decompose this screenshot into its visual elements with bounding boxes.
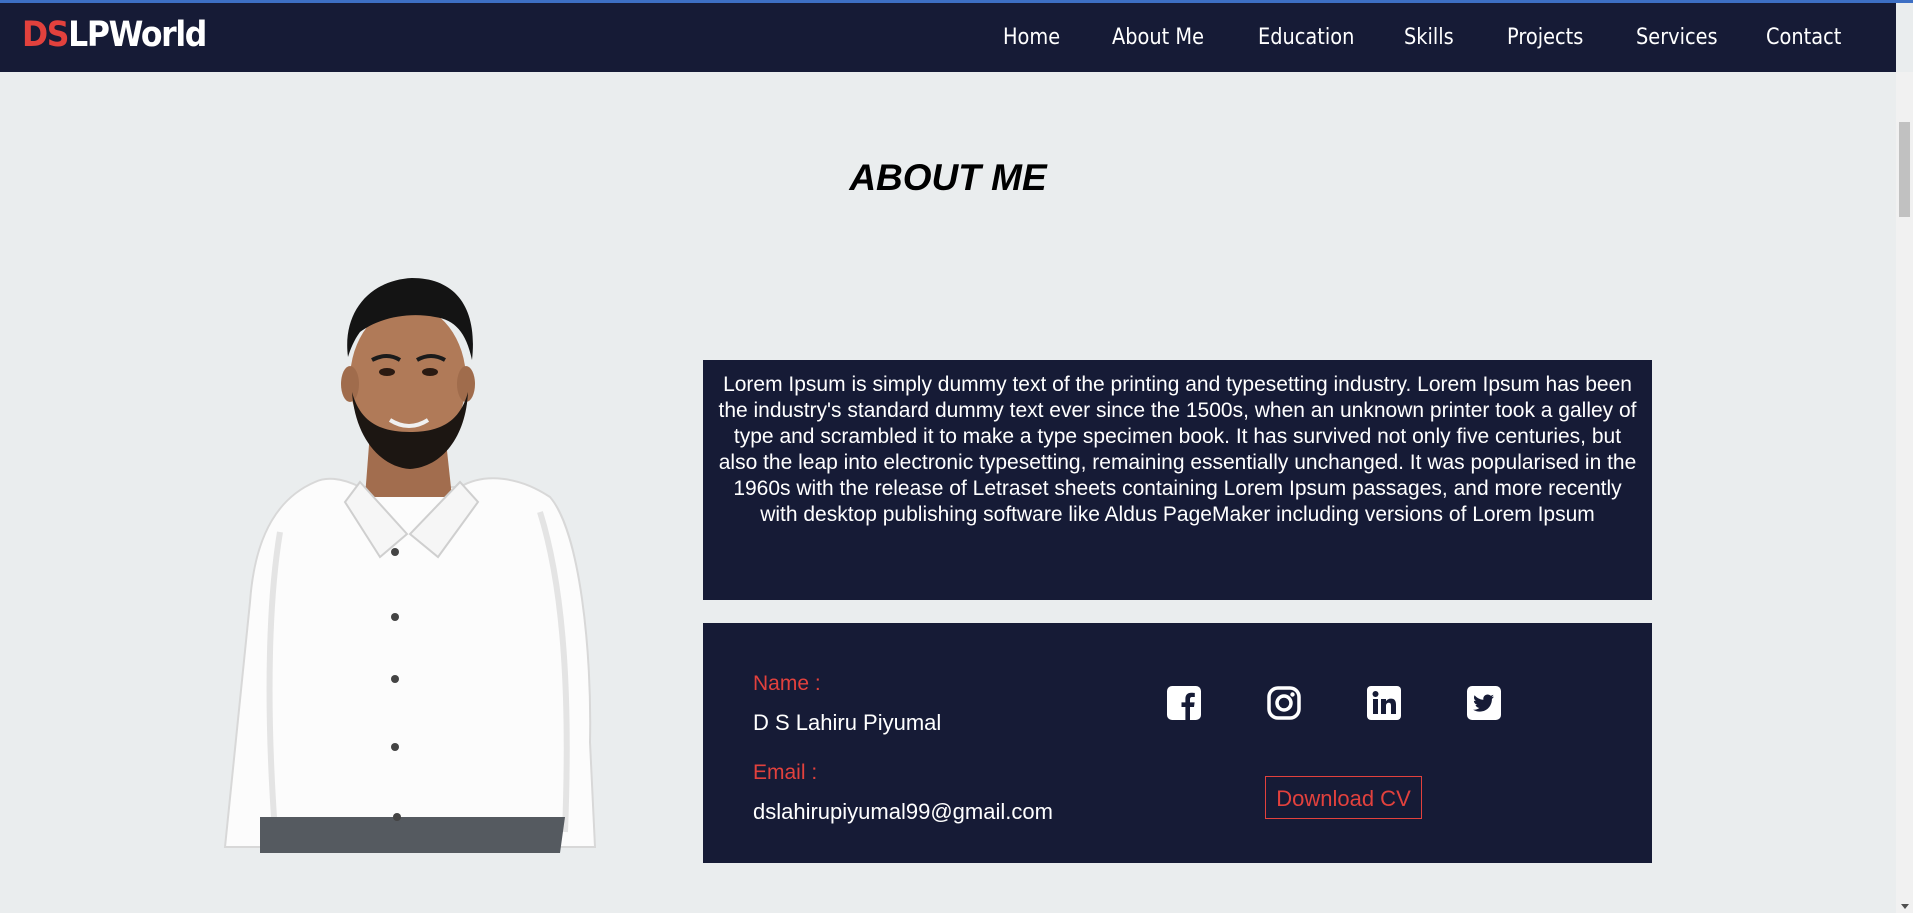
brand-name: LPWorld	[68, 15, 207, 55]
email-label: Email :	[753, 761, 818, 784]
nav-education[interactable]: Education	[1258, 24, 1354, 52]
vertical-scrollbar[interactable]	[1896, 72, 1913, 913]
profile-photo	[223, 278, 597, 853]
facebook-icon[interactable]	[1166, 685, 1202, 721]
contact-info-panel	[703, 623, 1652, 863]
brand-logo[interactable]: DSLPWorld	[22, 15, 207, 55]
nav-contact[interactable]: Contact	[1766, 24, 1841, 52]
scroll-down-arrow-icon[interactable]	[1901, 904, 1909, 909]
navbar: DSLPWorld Home About Me Education Skills…	[0, 3, 1896, 72]
scrollbar-thumb[interactable]	[1899, 122, 1910, 217]
nav-projects[interactable]: Projects	[1507, 24, 1583, 52]
name-label: Name :	[753, 672, 821, 695]
nav-skills[interactable]: Skills	[1404, 24, 1454, 52]
linkedin-icon[interactable]	[1366, 685, 1402, 721]
bio-panel: Lorem Ipsum is simply dummy text of the …	[703, 360, 1652, 600]
download-cv-button[interactable]: Download CV	[1265, 776, 1422, 819]
bio-text: Lorem Ipsum is simply dummy text of the …	[718, 373, 1637, 526]
nav-services[interactable]: Services	[1636, 24, 1718, 52]
name-value: D S Lahiru Piyumal	[753, 710, 942, 735]
twitter-icon[interactable]	[1466, 685, 1502, 721]
page-title: ABOUT ME	[849, 157, 1047, 198]
nav-about-me[interactable]: About Me	[1112, 24, 1204, 52]
instagram-icon[interactable]	[1266, 685, 1302, 721]
brand-prefix: DS	[22, 15, 69, 55]
nav-home[interactable]: Home	[1003, 24, 1060, 52]
email-value[interactable]: dslahirupiyumal99@gmail.com	[753, 799, 1053, 825]
